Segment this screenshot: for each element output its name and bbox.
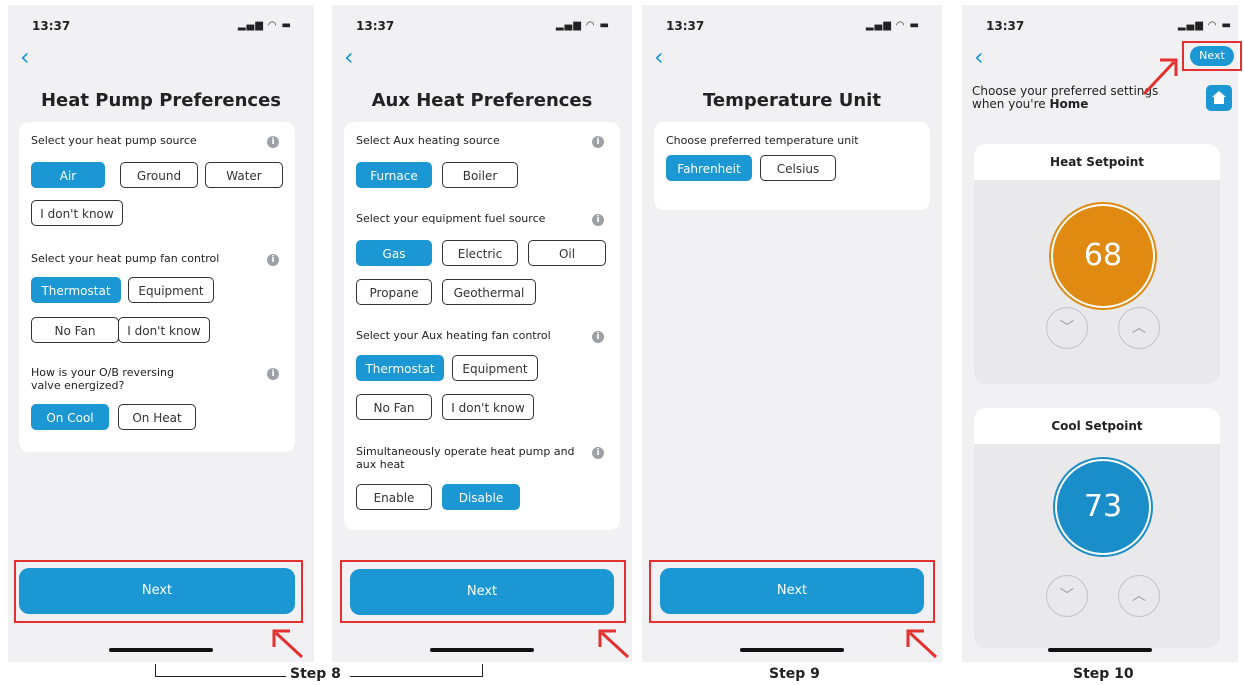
- option-i-dont-know[interactable]: I don't know: [31, 200, 123, 226]
- info-icon[interactable]: i: [592, 331, 604, 343]
- option-furnace[interactable]: Furnace: [356, 162, 432, 188]
- highlight-box: [1182, 41, 1242, 71]
- back-chevron-icon[interactable]: ‹: [654, 45, 664, 69]
- option-ground[interactable]: Ground: [120, 162, 198, 188]
- page-title: Heat Pump Preferences: [40, 90, 281, 111]
- chevron-down-icon[interactable]: ﹀: [1046, 307, 1088, 349]
- info-icon[interactable]: i: [267, 136, 279, 148]
- option-on-cool[interactable]: On Cool: [31, 404, 109, 430]
- cool-setpoint-dial[interactable]: 73: [1057, 461, 1149, 553]
- preferences-card: Choose preferred temperature unit Fahren…: [654, 122, 930, 210]
- intro-line1: Choose your preferred settings: [972, 84, 1159, 98]
- heat-setpoint-title: Heat Setpoint: [974, 144, 1220, 180]
- info-icon[interactable]: i: [267, 368, 279, 380]
- question-aux-source: Select Aux heating source: [356, 134, 500, 147]
- chevron-down-icon[interactable]: ﹀: [1046, 575, 1088, 617]
- status-bar: 13:37 ▂▄▆ ◠ ▬: [8, 19, 314, 39]
- status-bar: 13:37 ▂▄▆ ◠ ▬: [642, 19, 942, 39]
- option-i-dont-know[interactable]: I don't know: [442, 394, 534, 420]
- status-time: 13:37: [986, 19, 1025, 33]
- chevron-up-icon[interactable]: ︿: [1118, 307, 1160, 349]
- question-heat-pump-source: Select your heat pump source: [31, 134, 197, 147]
- option-disable[interactable]: Disable: [442, 484, 520, 510]
- option-no-fan[interactable]: No Fan: [31, 317, 119, 343]
- option-celsius[interactable]: Celsius: [760, 155, 836, 181]
- option-electric[interactable]: Electric: [442, 240, 518, 266]
- step8-bracket: [155, 664, 286, 677]
- heat-setpoint-value: 68: [1083, 238, 1123, 273]
- home-indicator: [430, 648, 534, 652]
- preferences-card: Select your heat pump source i Air Groun…: [19, 122, 295, 452]
- page-title: Aux Heat Preferences: [371, 90, 593, 111]
- status-bar: 13:37 ▂▄▆ ◠ ▬: [332, 19, 632, 39]
- step-9-label: Step 9: [769, 666, 820, 682]
- option-on-heat[interactable]: On Heat: [118, 404, 196, 430]
- cool-setpoint-value: 73: [1083, 489, 1123, 524]
- intro-text: Choose your preferred settings when you'…: [972, 85, 1158, 111]
- option-geothermal[interactable]: Geothermal: [442, 279, 536, 305]
- question-simultaneous-operation: Simultaneously operate heat pump and aux…: [356, 445, 575, 471]
- intro-prefix: when you're: [972, 97, 1050, 111]
- option-boiler[interactable]: Boiler: [442, 162, 518, 188]
- status-time: 13:37: [356, 19, 395, 33]
- back-chevron-icon[interactable]: ‹: [974, 45, 984, 69]
- red-arrow-icon: [598, 629, 630, 659]
- status-time: 13:37: [666, 19, 705, 33]
- option-gas[interactable]: Gas: [356, 240, 432, 266]
- home-icon[interactable]: [1206, 85, 1232, 111]
- option-enable[interactable]: Enable: [356, 484, 432, 510]
- home-indicator: [1048, 648, 1152, 652]
- info-icon[interactable]: i: [592, 447, 604, 459]
- question-fuel-source: Select your equipment fuel source: [356, 212, 546, 225]
- option-i-dont-know[interactable]: I don't know: [118, 317, 210, 343]
- page-title: Temperature Unit: [703, 90, 881, 111]
- intro-home-label: Home: [1049, 97, 1089, 111]
- option-oil[interactable]: Oil: [528, 240, 606, 266]
- option-no-fan[interactable]: No Fan: [356, 394, 432, 420]
- option-air[interactable]: Air: [31, 162, 105, 188]
- preferences-card: Select Aux heating source i Furnace Boil…: [344, 122, 620, 530]
- info-icon[interactable]: i: [267, 254, 279, 266]
- status-icons: ▂▄▆ ◠ ▬: [865, 20, 920, 31]
- status-icons: ▂▄▆ ◠ ▬: [555, 20, 610, 31]
- status-icons: ▂▄▆ ◠ ▬: [1177, 20, 1232, 31]
- status-time: 13:37: [32, 19, 71, 33]
- highlight-box: [14, 560, 303, 623]
- step8-bracket: [350, 664, 483, 677]
- step-10-label: Step 10: [1073, 666, 1134, 682]
- option-propane[interactable]: Propane: [356, 279, 432, 305]
- screen-home-setpoints: 13:37 ▂▄▆ ◠ ▬ ‹ Next Choose your preferr…: [962, 5, 1238, 662]
- question-reversing-valve: How is your O/B reversing valve energize…: [31, 366, 175, 392]
- option-thermostat[interactable]: Thermostat: [356, 355, 444, 381]
- status-bar: 13:37 ▂▄▆ ◠ ▬: [962, 19, 1238, 39]
- back-chevron-icon[interactable]: ‹: [20, 45, 30, 69]
- status-icons: ▂▄▆ ◠ ▬: [237, 20, 292, 31]
- home-indicator: [740, 648, 844, 652]
- red-arrow-icon: [906, 629, 938, 659]
- highlight-box: [340, 560, 626, 623]
- red-arrow-icon: [272, 629, 304, 659]
- question-aux-fan-control: Select your Aux heating fan control: [356, 329, 551, 342]
- question-temperature-unit: Choose preferred temperature unit: [666, 134, 859, 147]
- info-icon[interactable]: i: [592, 214, 604, 226]
- cool-setpoint-title: Cool Setpoint: [974, 408, 1220, 444]
- back-chevron-icon[interactable]: ‹: [344, 45, 354, 69]
- step-8-label: Step 8: [290, 666, 341, 682]
- option-equipment[interactable]: Equipment: [452, 355, 538, 381]
- option-water[interactable]: Water: [205, 162, 283, 188]
- chevron-up-icon[interactable]: ︿: [1118, 575, 1160, 617]
- home-indicator: [109, 648, 213, 652]
- highlight-box: [649, 560, 935, 623]
- heat-setpoint-dial[interactable]: 68: [1053, 206, 1153, 306]
- question-fan-control: Select your heat pump fan control: [31, 252, 220, 265]
- option-equipment[interactable]: Equipment: [128, 277, 214, 303]
- option-fahrenheit[interactable]: Fahrenheit: [666, 155, 752, 181]
- red-arrow-icon: [1142, 58, 1178, 96]
- info-icon[interactable]: i: [592, 136, 604, 148]
- option-thermostat[interactable]: Thermostat: [31, 277, 121, 303]
